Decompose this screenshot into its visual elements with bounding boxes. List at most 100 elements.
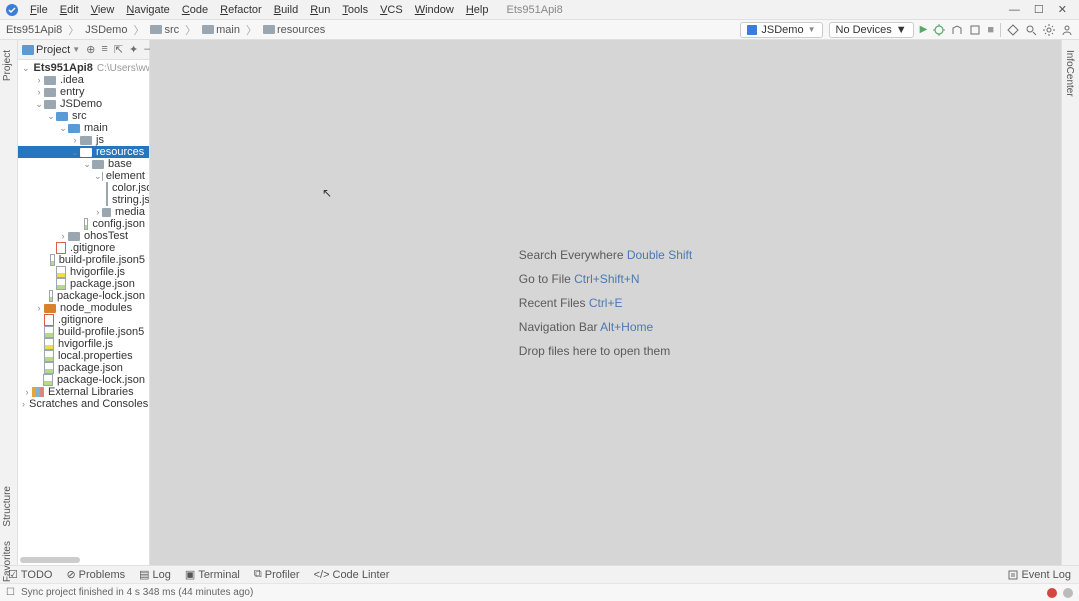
expand-arrow-icon[interactable] [70, 135, 80, 145]
status-indicator-idle-icon[interactable] [1063, 588, 1073, 598]
status-indicator-error-icon[interactable] [1047, 588, 1057, 598]
stop-button[interactable]: ■ [987, 24, 994, 36]
tree-item-jsdemo[interactable]: JSDemo [18, 98, 149, 110]
tool-window-quick-access-icon[interactable]: ☐ [6, 587, 15, 598]
project-view-selector[interactable]: Project ▼ [22, 44, 80, 56]
collapse-all-icon[interactable]: ⇱ [114, 43, 123, 56]
project-panel: Project ▼ ⊕ ≡ ⇱ ✦ — Ets951Api8C:\Users\w… [18, 40, 150, 565]
editor-area[interactable]: ↖ Search Everywhere Double ShiftGo to Fi… [150, 40, 1061, 565]
json-icon [44, 362, 54, 374]
settings-button[interactable] [1043, 24, 1055, 36]
tree-item-ohostest[interactable]: ohosTest [18, 230, 149, 242]
tree-item--gitignore[interactable]: .gitignore [18, 242, 149, 254]
menu-edit[interactable]: Edit [54, 2, 85, 18]
tree-item-element[interactable]: element [18, 170, 149, 182]
project-tool-tab[interactable]: Project [0, 44, 15, 87]
tree-item-package-json[interactable]: package.json [18, 278, 149, 290]
tree-item-package-lock-json[interactable]: package-lock.json [18, 290, 149, 302]
tree-item-string-json[interactable]: string.json [18, 194, 149, 206]
minimize-button[interactable]: — [1009, 4, 1020, 16]
breadcrumb-item[interactable]: resources [263, 24, 325, 36]
tree-item-resources[interactable]: resources [18, 146, 149, 158]
project-tree[interactable]: Ets951Api8C:\Users\wwx1134163.ideaentryJ… [18, 60, 149, 557]
tree-item-build-profile-json5[interactable]: build-profile.json5 [18, 326, 149, 338]
run-configuration-selector[interactable]: JSDemo ▼ [740, 22, 822, 38]
tree-item-media[interactable]: media [18, 206, 149, 218]
search-button[interactable] [1025, 24, 1037, 36]
tree-scratches[interactable]: Scratches and Consoles [18, 398, 149, 410]
expand-arrow-icon[interactable] [34, 87, 44, 97]
tree-root[interactable]: Ets951Api8C:\Users\wwx1134163 [18, 62, 149, 74]
debug-button[interactable] [933, 24, 945, 36]
menu-run[interactable]: Run [304, 2, 336, 18]
menu-help[interactable]: Help [460, 2, 495, 18]
menu-window[interactable]: Window [409, 2, 460, 18]
tree-item-color-json[interactable]: color.json [18, 182, 149, 194]
select-opened-file-icon[interactable]: ⊕ [86, 43, 95, 56]
structure-tool-tab[interactable]: Structure [0, 480, 15, 533]
tree-item-entry[interactable]: entry [18, 86, 149, 98]
maximize-button[interactable]: ☐ [1034, 3, 1044, 16]
favorites-tool-tab[interactable]: Favorites [0, 535, 15, 588]
close-button[interactable]: ✕ [1058, 3, 1067, 16]
expand-arrow-icon[interactable] [46, 111, 56, 122]
tree-item-package-json[interactable]: package.json [18, 362, 149, 374]
json-icon [106, 182, 108, 194]
menu-build[interactable]: Build [268, 2, 304, 18]
tree-label: js [96, 134, 104, 146]
device-selector[interactable]: No Devices ▼ [829, 22, 914, 38]
menu-tools[interactable]: Tools [336, 2, 374, 18]
expand-arrow-icon[interactable] [70, 147, 80, 158]
expand-arrow-icon[interactable] [34, 75, 44, 85]
menu-navigate[interactable]: Navigate [120, 2, 175, 18]
tree-external_libraries[interactable]: External Libraries [18, 386, 149, 398]
tree-item-main[interactable]: main [18, 122, 149, 134]
tool-problems[interactable]: ⊘Problems [66, 568, 125, 581]
tree-item-src[interactable]: src [18, 110, 149, 122]
tool-terminal[interactable]: ▣Terminal [185, 568, 240, 581]
git-button[interactable] [1007, 24, 1019, 36]
breadcrumb[interactable]: Ets951Api8〉JSDemo〉src〉main〉resources [6, 22, 325, 38]
tree-item-build-profile-json5[interactable]: build-profile.json5 [18, 254, 149, 266]
event-log-button[interactable]: Event Log [1008, 569, 1071, 581]
tool-code-linter[interactable]: </>Code Linter [314, 568, 390, 581]
tree-item-base[interactable]: base [18, 158, 149, 170]
expand-arrow-icon[interactable] [94, 207, 102, 217]
tree-item-js[interactable]: js [18, 134, 149, 146]
coverage-button[interactable] [951, 24, 963, 36]
tool-profiler[interactable]: ⧉Profiler [254, 568, 300, 581]
expand-arrow-icon[interactable] [58, 123, 68, 134]
tree-item-hvigorfile-js[interactable]: hvigorfile.js [18, 266, 149, 278]
breadcrumb-item[interactable]: src [150, 24, 179, 36]
breadcrumb-item[interactable]: main [202, 24, 240, 36]
menu-refactor[interactable]: Refactor [214, 2, 268, 18]
tree-item--gitignore[interactable]: .gitignore [18, 314, 149, 326]
menu-vcs[interactable]: VCS [374, 2, 409, 18]
tree-item-package-lock-json[interactable]: package-lock.json [18, 374, 149, 386]
infocenter-tool-tab[interactable]: InfoCenter [1062, 44, 1077, 103]
menu-view[interactable]: View [85, 2, 121, 18]
tree-item-node_modules[interactable]: node_modules [18, 302, 149, 314]
project-panel-header: Project ▼ ⊕ ≡ ⇱ ✦ — [18, 40, 149, 60]
expand-arrow-icon[interactable] [58, 231, 68, 241]
expand-arrow-icon[interactable] [94, 171, 102, 182]
expand-all-icon[interactable]: ≡ [101, 43, 107, 56]
tree-item--idea[interactable]: .idea [18, 74, 149, 86]
attach-button[interactable] [969, 24, 981, 36]
menu-code[interactable]: Code [176, 2, 214, 18]
expand-arrow-icon[interactable] [34, 303, 44, 313]
git-icon [56, 242, 66, 254]
run-button[interactable]: ▶ [920, 24, 928, 35]
tree-item-config-json[interactable]: config.json [18, 218, 149, 230]
expand-arrow-icon[interactable] [82, 159, 92, 170]
horizontal-scrollbar[interactable] [20, 557, 80, 563]
account-button[interactable] [1061, 24, 1073, 36]
settings-icon[interactable]: ✦ [129, 43, 138, 56]
tree-item-hvigorfile-js[interactable]: hvigorfile.js [18, 338, 149, 350]
tool-log[interactable]: ▤Log [139, 568, 171, 581]
breadcrumb-item[interactable]: JSDemo [85, 24, 127, 36]
tree-item-local-properties[interactable]: local.properties [18, 350, 149, 362]
menu-file[interactable]: File [24, 2, 54, 18]
expand-arrow-icon[interactable] [34, 99, 44, 110]
breadcrumb-item[interactable]: Ets951Api8 [6, 24, 62, 36]
